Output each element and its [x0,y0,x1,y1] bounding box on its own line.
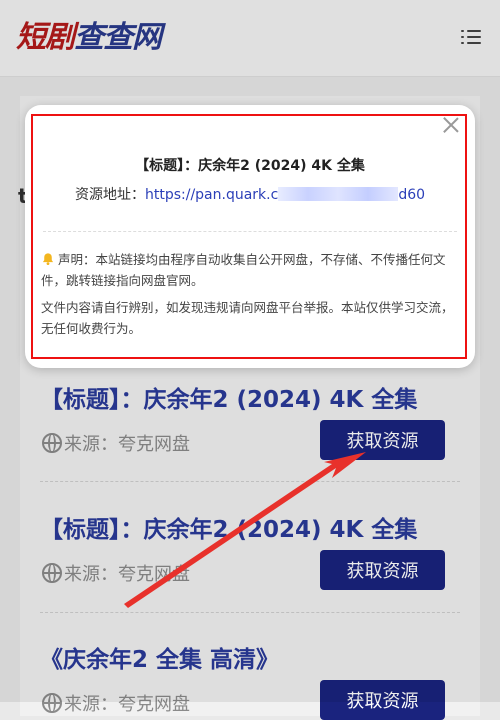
disclaimer-text-1: 声明：本站链接均由程序自动收集自公开网盘，不存储、不传播任何文件，跳转链接指向网… [41,252,446,288]
disclaimer-text-2: 文件内容请自行辨别，如发现违规请向网盘平台举报。本站仅供学习交流，无任何收费行为… [41,300,454,336]
close-icon[interactable] [443,117,459,133]
address-label: 资源地址： [74,187,145,203]
resource-address: 资源地址：https://pan.quark.c d60 [25,184,475,204]
modal-title: 【标题】：庆余年2 (2024) 4K 全集 [135,158,365,174]
redacted-blur [278,187,399,201]
disclaimer: 声明：本站链接均由程序自动收集自公开网盘，不存储、不传播任何文件，跳转链接指向网… [41,249,461,345]
divider [43,231,457,232]
bell-icon [42,253,54,266]
resource-modal: 【标题】：庆余年2 (2024) 4K 全集 资源地址：https://pan.… [25,105,475,368]
resource-link[interactable]: https://pan.quark.c d60 [145,187,425,203]
